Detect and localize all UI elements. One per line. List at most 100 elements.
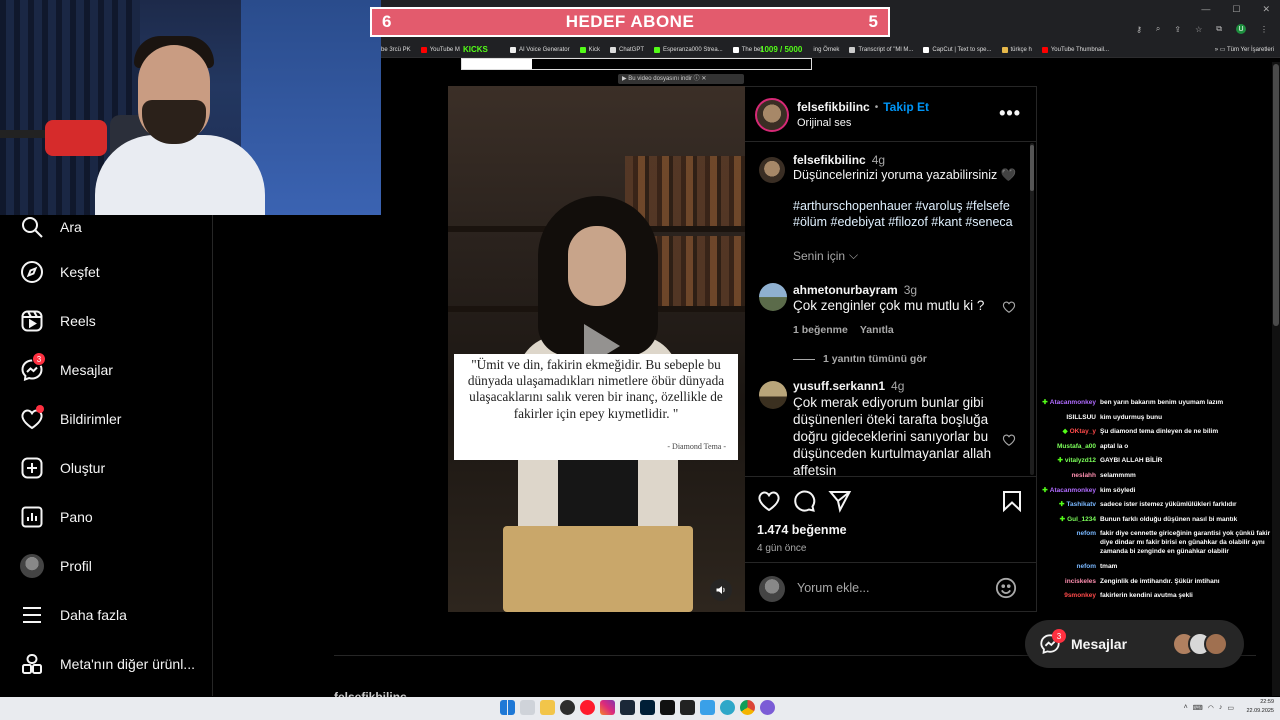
reply-button[interactable]: Yanıtla <box>860 324 894 336</box>
tiktok-icon[interactable] <box>660 700 675 715</box>
windows-start-icon[interactable] <box>500 700 515 715</box>
author-avatar[interactable] <box>755 98 789 132</box>
caption-hashtags-2[interactable]: #ölüm #edebiyat #filozof #kant #seneca <box>793 214 1025 230</box>
chat-username[interactable]: neslahh <box>1071 471 1096 480</box>
bookmark-item[interactable]: tube 3rcü PK <box>376 47 411 53</box>
opera-icon[interactable] <box>580 700 595 715</box>
nav-item-explore[interactable]: Keşfet <box>20 260 100 284</box>
comment-username[interactable]: yusuff.serkann1 <box>793 379 885 393</box>
share-icon[interactable]: ⇪ <box>1174 25 1181 34</box>
vscode-icon[interactable] <box>700 700 715 715</box>
instagram-icon[interactable] <box>600 700 615 715</box>
extensions-icon[interactable]: ⧉ <box>1216 24 1222 34</box>
bookmark-item[interactable]: AI Voice Generator <box>509 46 570 53</box>
comment-likes[interactable]: 1 beğenme <box>793 324 848 336</box>
bookmark-item[interactable]: Transcript of "Ml M... <box>849 46 913 53</box>
caption-hashtags-1[interactable]: #arthurschopenhauer #varoluş #felsefe <box>793 198 1025 214</box>
file-explorer-icon[interactable] <box>540 700 555 715</box>
bookmark-item[interactable]: Esperanza000 Strea... <box>654 46 723 53</box>
chat-username[interactable]: vitalyzd12 <box>1065 456 1096 465</box>
bookmark-item[interactable]: The bes <box>732 46 763 53</box>
for-you-toggle[interactable]: Senin için ⌵ <box>793 248 1025 263</box>
photoshop-icon[interactable] <box>640 700 655 715</box>
chat-username[interactable]: OKtay_y <box>1070 427 1096 436</box>
chat-username[interactable]: Mustafa_a00 <box>1057 442 1096 451</box>
nav-item-notifications[interactable]: Bildirimler <box>20 405 121 431</box>
bookmark-item[interactable]: CapCut | Text to spe... <box>923 46 992 53</box>
edge-icon[interactable] <box>720 700 735 715</box>
bookmark-item[interactable]: ing Örnek <box>813 47 839 53</box>
star-icon[interactable]: ☆ <box>1195 25 1202 34</box>
download-video-bar[interactable]: ▶ Bu video dosyasını indir ⓘ ✕ <box>618 74 744 84</box>
chat-username[interactable]: Atacanmonkey <box>1050 398 1096 407</box>
zoom-icon[interactable]: ⌕ <box>1156 24 1160 34</box>
chat-username[interactable]: 9smonkey <box>1064 591 1096 600</box>
bookmark-item[interactable]: YouTube M <box>420 46 460 53</box>
nav-item-dashboard[interactable]: Pano <box>20 505 93 529</box>
key-icon[interactable]: ⚷ <box>1136 25 1142 34</box>
page-scrollbar-thumb[interactable] <box>1273 64 1279 326</box>
comment-avatar[interactable] <box>759 381 787 409</box>
comments-list[interactable]: felsefikbilinc 4g Düşüncelerinizi yoruma … <box>745 143 1037 475</box>
chat-username[interactable]: nefom <box>1077 562 1097 571</box>
nav-item-meta[interactable]: Meta'nın diğer ürünl... <box>20 652 195 676</box>
nav-item-messages[interactable]: 3 Mesajlar <box>20 352 113 382</box>
chat-username[interactable]: inciskeles <box>1065 577 1096 586</box>
chevron-up-icon[interactable]: ˄ <box>1184 704 1188 712</box>
kicks-label: KICKS <box>463 45 488 54</box>
comment-avatar[interactable] <box>759 283 787 311</box>
battery-icon[interactable]: ▭ <box>1227 704 1234 712</box>
maximize-icon[interactable]: ☐ <box>1232 4 1240 15</box>
profile-avatar[interactable]: U <box>1236 24 1246 34</box>
heart-icon[interactable] <box>1002 300 1016 314</box>
audio-label[interactable]: Orijinal ses <box>797 117 851 129</box>
chrome-icon[interactable] <box>740 700 755 715</box>
nav-item-reels[interactable]: Reels <box>20 309 96 333</box>
comments-scrollbar-thumb[interactable] <box>1030 145 1034 191</box>
minimize-icon[interactable]: — <box>1201 4 1210 15</box>
heart-icon[interactable] <box>1002 433 1016 447</box>
follow-button[interactable]: Takip Et <box>883 100 929 114</box>
chat-username[interactable]: ISILLSUU <box>1066 413 1096 422</box>
caption-username[interactable]: felsefikbilinc <box>793 153 866 167</box>
mute-button[interactable] <box>710 579 732 601</box>
app-icon[interactable] <box>760 700 775 715</box>
keyboard-icon[interactable]: ⌨ <box>1193 704 1203 712</box>
chat-username[interactable]: nefom <box>1077 529 1097 556</box>
author-username[interactable]: felsefikbilinc <box>797 100 870 114</box>
capcut-icon[interactable] <box>680 700 695 715</box>
figure-book <box>503 526 693 612</box>
search-icon[interactable] <box>520 700 535 715</box>
volume-icon[interactable]: ♪ <box>1219 704 1223 712</box>
like-heart-icon[interactable] <box>757 489 781 513</box>
wifi-icon[interactable]: ◠ <box>1208 704 1214 712</box>
clock[interactable]: 22:59 22.09.2025 <box>1246 698 1274 716</box>
chat-username[interactable]: Gul_1234 <box>1067 515 1096 524</box>
comment-username[interactable]: ahmetonurbayram <box>793 283 898 297</box>
share-plane-icon[interactable] <box>828 489 852 513</box>
more-options-icon[interactable]: ••• <box>999 103 1021 124</box>
likes-count[interactable]: 1.474 beğenme <box>757 523 847 537</box>
chat-username[interactable]: Atacanmonkey <box>1050 486 1096 495</box>
close-icon[interactable]: ✕ <box>1262 4 1270 15</box>
comment-bubble-icon[interactable] <box>792 489 816 513</box>
nav-item-more[interactable]: Daha fazla <box>20 603 127 627</box>
steam-icon[interactable] <box>620 700 635 715</box>
menu-dots-icon[interactable]: ⋮ <box>1260 25 1268 34</box>
chat-username[interactable]: Tashikatv <box>1066 500 1096 509</box>
all-bookmarks-folder[interactable]: » ▭ Tüm Yer İşaretleri <box>1215 46 1274 53</box>
messages-popover-button[interactable]: 3 Mesajlar <box>1025 620 1244 668</box>
bookmark-item[interactable]: YouTube Thumbnail... <box>1041 46 1109 53</box>
view-replies-button[interactable]: 1 yanıtın tümünü gör <box>793 353 927 365</box>
bookmark-item[interactable]: ChatGPT <box>609 46 644 53</box>
comment-input[interactable]: Yorum ekle... <box>797 581 870 595</box>
bookmark-item[interactable]: Kick <box>579 46 600 53</box>
nav-item-search[interactable]: Ara <box>20 215 82 239</box>
emoji-icon[interactable] <box>995 577 1017 599</box>
obs-icon[interactable] <box>560 700 575 715</box>
nav-item-profile[interactable]: Profil <box>20 554 92 578</box>
bookmark-save-icon[interactable] <box>1000 489 1024 513</box>
bookmark-item[interactable]: türkçe h <box>1001 46 1032 53</box>
nav-item-create[interactable]: Oluştur <box>20 456 105 480</box>
caption-avatar[interactable] <box>759 157 785 183</box>
